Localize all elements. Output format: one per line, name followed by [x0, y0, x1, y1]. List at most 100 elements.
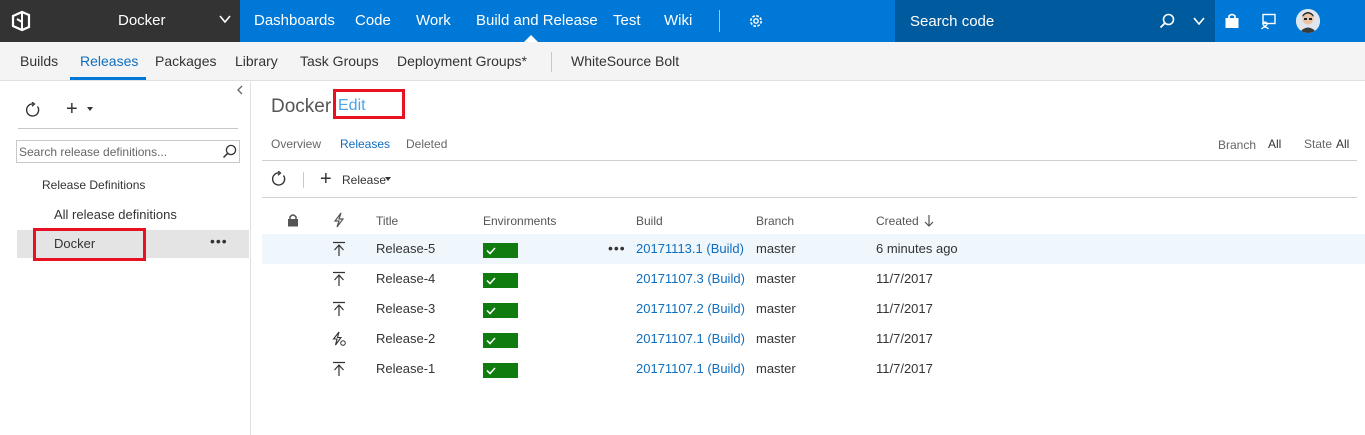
nav-separator [719, 10, 720, 32]
user-avatar-image [1296, 9, 1320, 33]
search-icon[interactable] [1159, 13, 1175, 29]
refresh-icon[interactable] [271, 171, 287, 187]
hub-separator [551, 52, 552, 72]
more-actions-icon[interactable]: ••• [210, 233, 228, 249]
hub-bar: Builds Releases Packages Library Task Gr… [0, 42, 1365, 81]
more-actions-icon[interactable]: ••• [608, 240, 626, 256]
panel-divider [18, 128, 238, 129]
active-nav-indicator [524, 35, 538, 42]
environment-status-succeeded[interactable] [483, 363, 518, 378]
check-icon [486, 337, 496, 345]
column-header-environments[interactable]: Environments [483, 214, 556, 228]
search-icon[interactable] [222, 144, 237, 159]
created-time: 11/7/2017 [876, 331, 933, 346]
sort-descending-icon[interactable] [924, 214, 934, 227]
nav-dashboards[interactable]: Dashboards [254, 12, 335, 29]
gear-icon[interactable] [748, 13, 764, 29]
caret-down-icon[interactable] [87, 107, 93, 111]
chevron-down-icon [219, 15, 231, 24]
build-link[interactable]: 20171107.2 (Build) [636, 301, 745, 316]
build-link[interactable]: 20171107.1 (Build) [636, 361, 745, 376]
collapse-panel-icon[interactable] [236, 85, 244, 95]
refresh-icon[interactable] [25, 102, 41, 118]
chevron-down-icon[interactable] [1192, 14, 1206, 28]
tabs-divider [262, 160, 1357, 161]
table-row[interactable]: Release-2 20171107.1 (Build) master 11/7… [262, 324, 1365, 354]
table-row[interactable]: Release-1 20171107.1 (Build) master 11/7… [262, 354, 1365, 384]
build-link[interactable]: 20171113.1 (Build) [636, 241, 744, 256]
nav-test[interactable]: Test [613, 12, 641, 29]
column-header-build[interactable]: Build [636, 214, 663, 228]
feedback-icon[interactable] [1260, 13, 1277, 30]
environment-status-succeeded[interactable] [483, 333, 518, 348]
branch-name: master [756, 241, 796, 256]
check-icon [486, 307, 496, 315]
column-header-title[interactable]: Title [376, 214, 398, 228]
vsts-logo-icon [11, 10, 31, 32]
nav-work[interactable]: Work [416, 12, 451, 29]
state-filter[interactable]: All [1336, 137, 1349, 151]
created-time: 11/7/2017 [876, 301, 933, 316]
hub-task-groups[interactable]: Task Groups [300, 53, 379, 69]
hub-deployment-groups[interactable]: Deployment Groups* [397, 53, 527, 69]
environment-status-succeeded[interactable] [483, 303, 518, 318]
search-placeholder: Search code [910, 13, 995, 30]
nav-wiki[interactable]: Wiki [664, 12, 692, 29]
all-release-definitions-link[interactable]: All release definitions [54, 207, 177, 222]
build-link[interactable]: 20171107.1 (Build) [636, 331, 745, 346]
table-row[interactable]: Release-3 20171107.2 (Build) master 11/7… [262, 294, 1365, 324]
manual-trigger-icon [333, 301, 345, 316]
marketplace-bag-icon[interactable] [1224, 13, 1240, 29]
project-selector[interactable]: Docker [42, 0, 240, 42]
release-title[interactable]: Release-1 [376, 361, 435, 376]
nav-code[interactable]: Code [355, 12, 391, 29]
hub-releases[interactable]: Releases [80, 53, 138, 69]
tab-overview[interactable]: Overview [271, 137, 321, 151]
column-header-branch[interactable]: Branch [756, 214, 794, 228]
release-definition-search-input[interactable]: Search release definitions... [16, 140, 240, 163]
page-title: Docker [271, 96, 332, 117]
tab-releases[interactable]: Releases [340, 137, 390, 151]
toolbar-separator [303, 172, 304, 188]
release-title[interactable]: Release-4 [376, 271, 435, 286]
branch-name: master [756, 301, 796, 316]
branch-filter[interactable]: All [1268, 137, 1281, 151]
add-definition-button[interactable]: + [66, 98, 78, 121]
toolbar-divider [262, 197, 1357, 198]
check-icon [486, 247, 496, 255]
highlight-box-docker [33, 228, 146, 261]
branch-name: master [756, 271, 796, 286]
new-release-button[interactable]: Release [342, 173, 386, 187]
top-navigation-bar: Docker Dashboards Code Work Build and Re… [0, 0, 1365, 42]
tab-deleted[interactable]: Deleted [406, 137, 447, 151]
manual-trigger-icon [333, 241, 345, 256]
environment-status-succeeded[interactable] [483, 273, 518, 288]
branch-filter-label: Branch [1218, 138, 1257, 152]
hub-library[interactable]: Library [235, 53, 278, 69]
column-header-created[interactable]: Created [876, 214, 919, 228]
created-time: 6 minutes ago [876, 241, 958, 256]
release-title[interactable]: Release-5 [376, 241, 435, 256]
caret-down-icon[interactable] [385, 177, 391, 181]
table-row[interactable]: Release-5 ••• 20171113.1 (Build) master … [262, 234, 1365, 264]
user-avatar[interactable] [1296, 9, 1320, 33]
hub-whitesource-bolt[interactable]: WhiteSource Bolt [571, 53, 679, 69]
created-time: 11/7/2017 [876, 361, 933, 376]
branch-name: master [756, 331, 796, 346]
hub-packages[interactable]: Packages [155, 53, 216, 69]
code-search-box[interactable]: Search code [895, 0, 1215, 42]
release-title[interactable]: Release-2 [376, 331, 435, 346]
hub-builds[interactable]: Builds [20, 53, 58, 69]
vsts-logo[interactable] [0, 0, 42, 42]
project-name: Docker [118, 12, 166, 29]
nav-build-and-release[interactable]: Build and Release [476, 12, 598, 29]
plus-icon[interactable]: + [320, 169, 332, 189]
manual-trigger-icon [333, 361, 345, 376]
search-placeholder: Search release definitions... [19, 145, 168, 159]
environment-status-succeeded[interactable] [483, 243, 518, 258]
release-title[interactable]: Release-3 [376, 301, 435, 316]
edit-link[interactable]: Edit [338, 97, 366, 115]
build-link[interactable]: 20171107.3 (Build) [636, 271, 745, 286]
branch-name: master [756, 361, 796, 376]
table-row[interactable]: Release-4 20171107.3 (Build) master 11/7… [262, 264, 1365, 294]
